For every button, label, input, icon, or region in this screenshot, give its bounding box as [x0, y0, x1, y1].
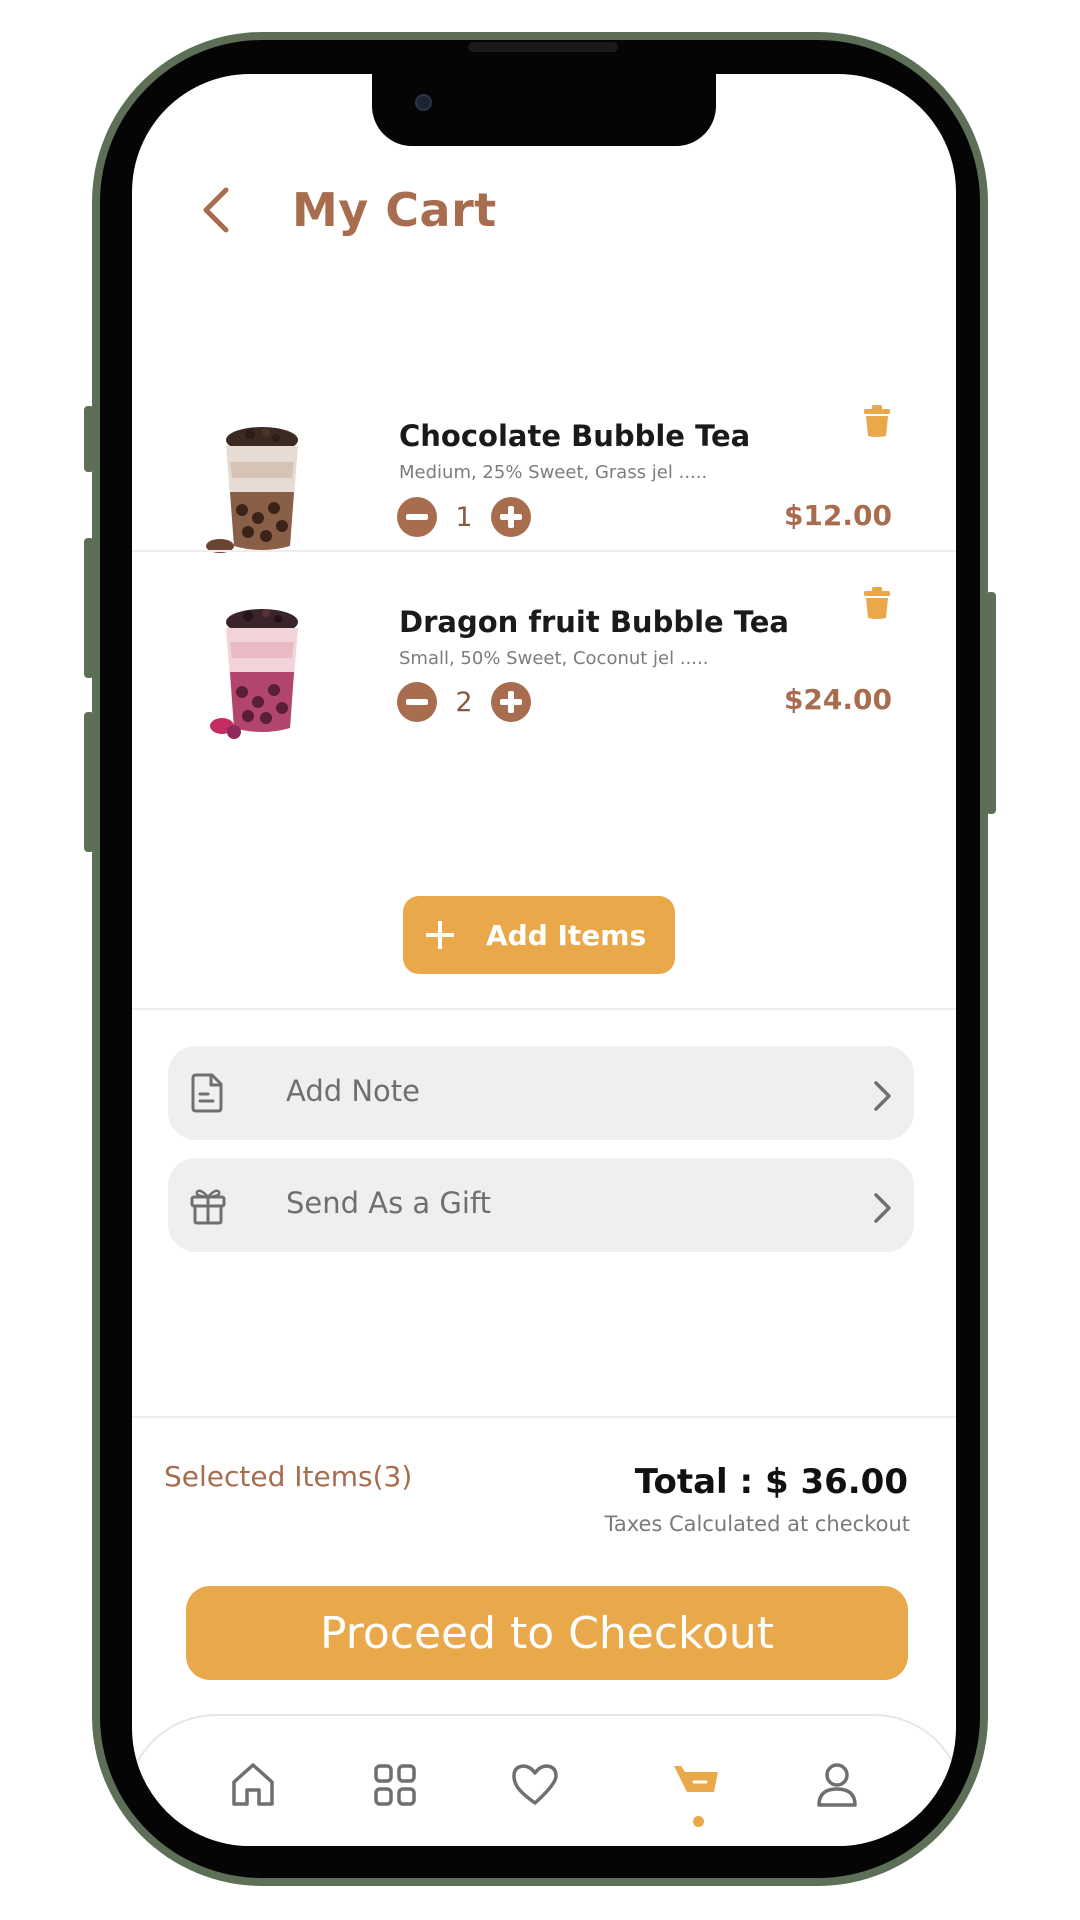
plus-icon [426, 921, 454, 949]
item-divider [132, 550, 956, 552]
trash-icon[interactable] [862, 586, 892, 620]
option-label: Add Note [286, 1074, 421, 1108]
gift-icon [188, 1184, 228, 1226]
chocolate-bubble-tea-image [204, 422, 314, 562]
option-label: Send As a Gift [286, 1186, 492, 1220]
trash-icon[interactable] [862, 404, 892, 438]
note-icon [188, 1072, 228, 1114]
summary-divider [132, 1416, 956, 1418]
speaker-grille [468, 42, 618, 52]
decrease-quantity-button[interactable] [397, 497, 437, 537]
add-note-option[interactable]: Add Note [168, 1046, 914, 1140]
home-icon[interactable] [228, 1760, 278, 1820]
order-total: Total : $ 36.00 [634, 1462, 908, 1502]
dragon-fruit-bubble-tea-image [204, 604, 314, 744]
proceed-to-checkout-button[interactable]: Proceed to Checkout [186, 1586, 908, 1680]
notch [372, 74, 716, 146]
chevron-right-icon [872, 1192, 894, 1224]
chevron-right-icon [872, 1080, 894, 1112]
item-description: Small, 50% Sweet, Coconut jel ..... [399, 648, 709, 669]
quantity-value: 2 [455, 686, 473, 718]
profile-icon[interactable] [812, 1760, 862, 1820]
section-divider [132, 1008, 956, 1010]
front-camera [415, 94, 432, 111]
add-items-button[interactable]: Add Items [403, 896, 675, 974]
item-description: Medium, 25% Sweet, Grass jel ..... [399, 462, 708, 483]
app-screen: My Cart Chocolate Bubble Tea Medium, 25%… [132, 74, 956, 1846]
header: My Cart [200, 170, 497, 250]
item-price: $12.00 [783, 499, 892, 532]
item-name: Chocolate Bubble Tea [399, 419, 751, 453]
back-arrow-icon[interactable] [200, 180, 240, 240]
quantity-stepper: 2 [397, 681, 531, 723]
cart-icon[interactable] [672, 1760, 722, 1820]
page-title: My Cart [292, 183, 497, 237]
increase-quantity-button[interactable] [491, 497, 531, 537]
heart-icon[interactable] [510, 1760, 560, 1820]
volume-up-button [84, 538, 94, 678]
item-price: $24.00 [783, 683, 892, 716]
quantity-value: 1 [455, 501, 473, 533]
item-name: Dragon fruit Bubble Tea [399, 605, 789, 639]
tax-note: Taxes Calculated at checkout [604, 1512, 910, 1536]
volume-down-button [84, 712, 94, 852]
decrease-quantity-button[interactable] [397, 682, 437, 722]
grid-icon[interactable] [370, 1760, 420, 1820]
send-as-gift-option[interactable]: Send As a Gift [168, 1158, 914, 1252]
active-tab-indicator [693, 1816, 704, 1827]
selected-items-count: Selected Items(3) [164, 1460, 413, 1493]
increase-quantity-button[interactable] [491, 682, 531, 722]
quantity-stepper: 1 [397, 496, 531, 538]
power-button [986, 592, 996, 814]
mute-switch [84, 406, 94, 472]
add-items-label: Add Items [486, 918, 647, 952]
